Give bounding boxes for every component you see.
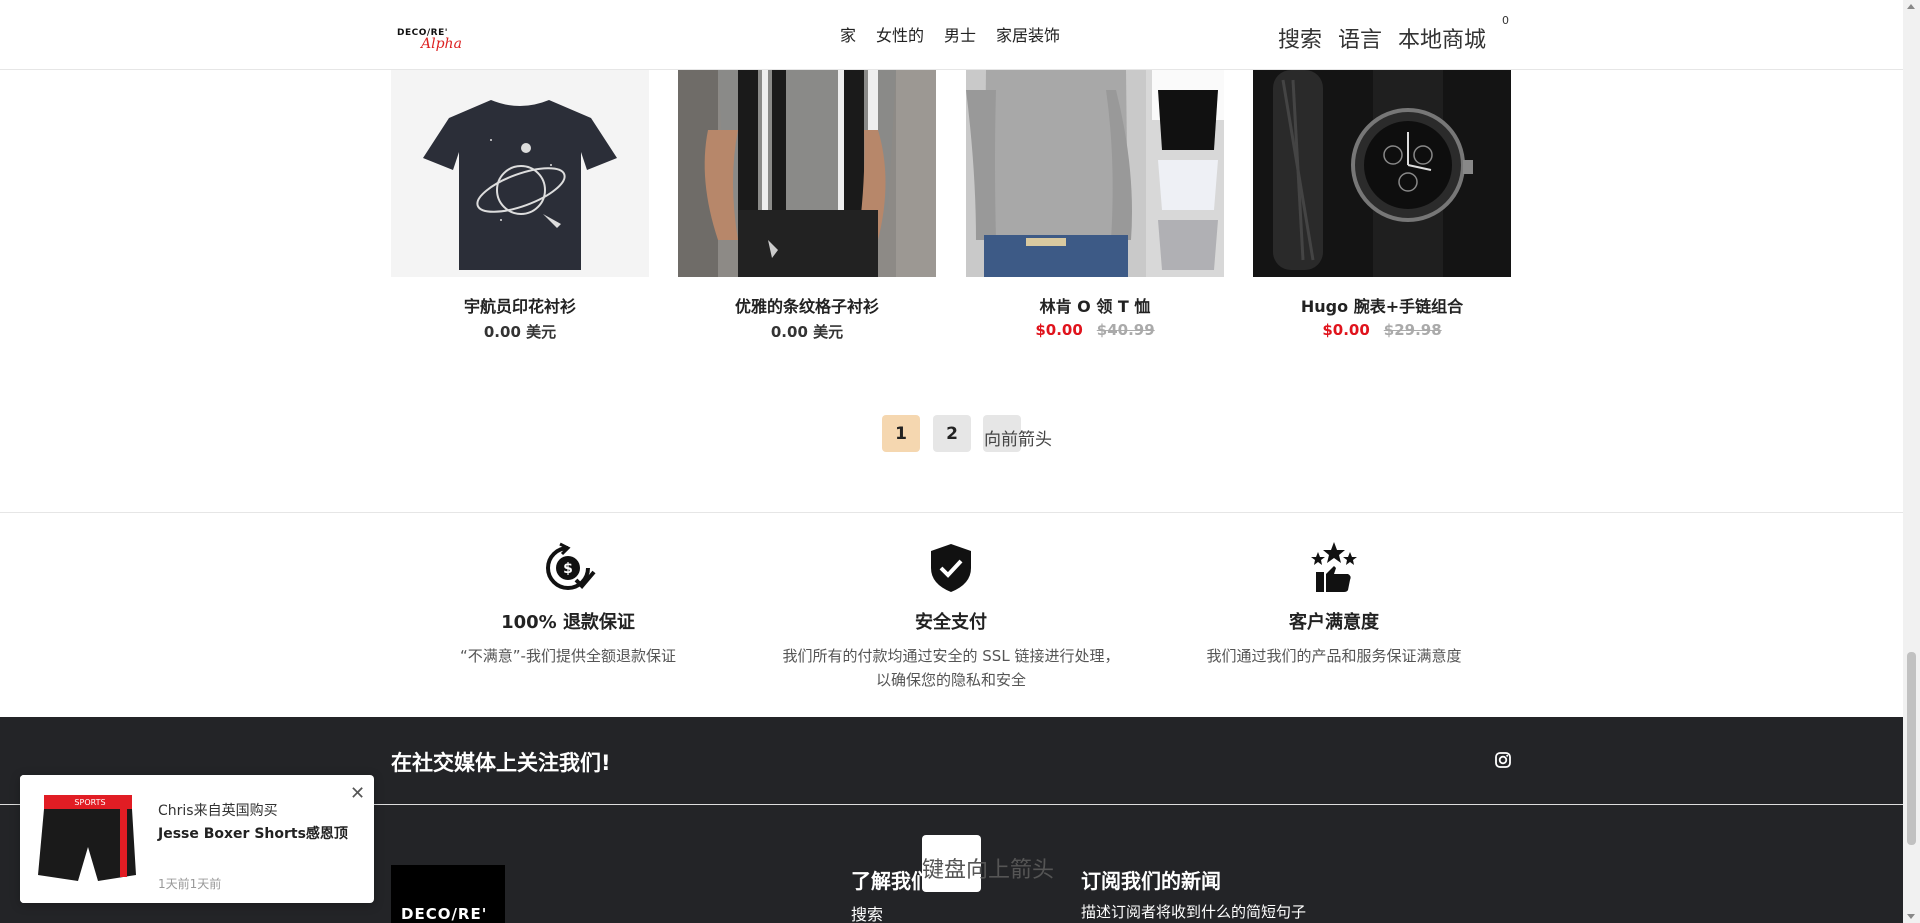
original-price: $29.98 <box>1383 321 1442 339</box>
scroll-down-arrow[interactable] <box>1907 914 1915 919</box>
boxer-shorts-image[interactable]: SPORTS <box>20 775 148 903</box>
site-logo[interactable]: DECO/RE' Alpha <box>391 18 462 60</box>
newsletter-heading: 订阅我们的新闻 <box>1081 869 1221 893</box>
crew-neck-tee-image[interactable] <box>966 70 1224 277</box>
feature-title: 安全支付 <box>915 612 987 633</box>
feature-refund: $ 100% 退款保证 “不满意”-我们提供全额退款保证 <box>398 540 738 668</box>
logo-script: Alpha <box>421 36 462 52</box>
follow-social-heading: 在社交媒体上关注我们! <box>391 751 611 775</box>
newsletter-description: 描述订阅者将收到什么的简短句子 <box>1081 903 1307 921</box>
product-name[interactable]: 宇航员印花衬衫 <box>391 293 649 316</box>
feature-title: 客户满意度 <box>1289 612 1379 633</box>
about-us-heading: 了解我们 <box>851 869 931 893</box>
language-button[interactable]: 语言 <box>1338 22 1382 54</box>
footer-logo-text: DECO/RE' <box>401 905 488 923</box>
nav-item-home-decor[interactable]: 家居装饰 <box>996 22 1060 46</box>
thumbs-up-stars-icon <box>1306 540 1362 596</box>
scroll-up-arrow[interactable] <box>1907 4 1915 9</box>
page-scrollbar[interactable] <box>1903 0 1920 923</box>
product-card[interactable]: Hugo 腕表+手链组合 $0.00 $29.98 <box>1253 70 1511 339</box>
feature-title: 100% 退款保证 <box>501 612 635 633</box>
page-1-button[interactable]: 1 <box>882 415 920 452</box>
feature-desc: 我们通过我们的产品和服务保证满意度 <box>1206 647 1462 665</box>
page-2-button[interactable]: 2 <box>933 415 971 452</box>
scrollbar-thumb[interactable] <box>1907 652 1916 845</box>
back-to-top-label[interactable]: 键盘向上箭头 <box>922 852 1054 884</box>
sale-price: $0.00 <box>1322 321 1370 339</box>
popup-brand-text: SPORTS <box>74 798 105 807</box>
store-button[interactable]: 本地商城 <box>1398 22 1486 54</box>
next-page-label[interactable]: 向前箭头 <box>984 425 1052 450</box>
product-name[interactable]: 林肯 O 领 T 恤 <box>966 293 1224 316</box>
site-header: DECO/RE' Alpha 家 女性的 男士 家居装饰 搜索 语言 本地商城 … <box>0 0 1903 70</box>
instagram-icon[interactable] <box>1494 751 1512 769</box>
watch-bracelet-image[interactable] <box>1253 70 1511 277</box>
nav-item-women[interactable]: 女性的 <box>876 22 924 46</box>
product-price: $0.00 $40.99 <box>966 321 1224 339</box>
section-divider <box>0 512 1903 513</box>
nav-item-men[interactable]: 男士 <box>944 22 976 46</box>
product-price: 0.00 美元 <box>483 323 557 341</box>
shield-check-icon <box>923 540 979 596</box>
svg-text:$: $ <box>563 561 573 577</box>
cart-count-badge: 0 <box>1502 14 1509 27</box>
popup-product-name[interactable]: Jesse Boxer Shorts感恩顶 <box>158 823 348 843</box>
feature-satisfaction: 客户满意度 我们通过我们的产品和服务保证满意度 <box>1164 540 1504 668</box>
striped-shirt-image[interactable] <box>678 70 936 277</box>
header-actions: 搜索 语言 本地商城 <box>1278 22 1486 54</box>
product-card[interactable]: 林肯 O 领 T 恤 $0.00 $40.99 <box>966 70 1224 339</box>
close-icon[interactable]: ✕ <box>350 783 365 804</box>
product-price: $0.00 $29.98 <box>1253 321 1511 339</box>
refund-icon: $ <box>540 540 596 596</box>
product-name[interactable]: 优雅的条纹格子衬衫 <box>678 293 936 316</box>
footer-logo[interactable]: DECO/RE' <box>391 865 505 923</box>
popup-time: 1天前1天前 <box>158 877 222 891</box>
feature-secure-payment: 安全支付 我们所有的付款均通过安全的 SSL 链接进行处理，以确保您的隐私和安全 <box>781 540 1121 692</box>
search-button[interactable]: 搜索 <box>1278 22 1322 54</box>
product-price: 0.00 美元 <box>770 323 844 341</box>
feature-desc: “不满意”-我们提供全额退款保证 <box>460 647 676 665</box>
original-price: $40.99 <box>1096 321 1155 339</box>
recent-purchase-popup: SPORTS Chris来自英国购买 Jesse Boxer Shorts感恩顶… <box>20 775 374 903</box>
product-name[interactable]: Hugo 腕表+手链组合 <box>1253 293 1511 316</box>
nav-item-home[interactable]: 家 <box>840 22 856 46</box>
sale-price: $0.00 <box>1035 321 1083 339</box>
product-card[interactable]: 优雅的条纹格子衬衫 0.00 美元 <box>678 70 936 342</box>
astronaut-tshirt-image[interactable] <box>391 70 649 277</box>
feature-desc: 我们所有的付款均通过安全的 SSL 链接进行处理，以确保您的隐私和安全 <box>782 647 1120 689</box>
product-card[interactable]: 宇航员印花衬衫 0.00 美元 <box>391 70 649 342</box>
popup-buyer: Chris来自英国购买 <box>158 803 278 819</box>
footer-link-search[interactable]: 搜索 <box>851 901 883 923</box>
main-nav: 家 女性的 男士 家居装饰 <box>840 22 1060 46</box>
